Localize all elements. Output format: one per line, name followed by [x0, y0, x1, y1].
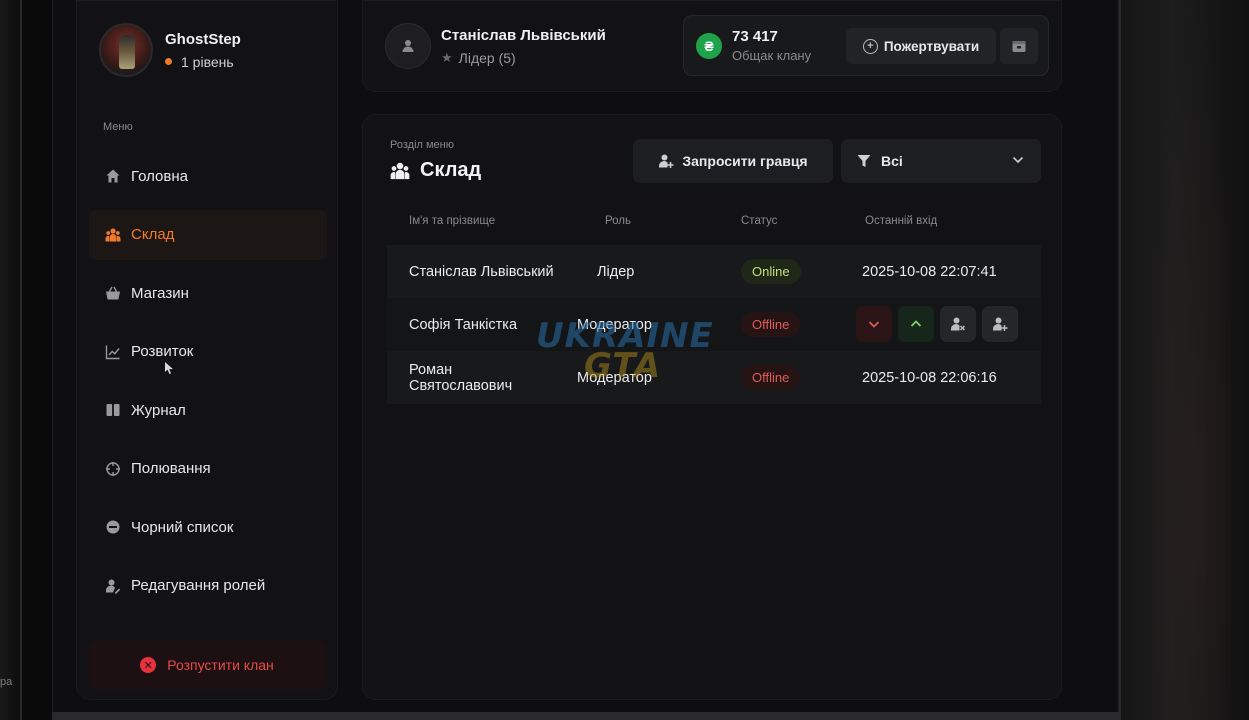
hryvnia-coin-icon: ₴ — [696, 33, 722, 59]
disband-clan-button[interactable]: ✕ Розпустити клан — [89, 641, 325, 689]
leader-info: Станіслав Львівський ★ Лідер (5) — [385, 23, 606, 69]
backdrop-text: pa — [0, 676, 13, 688]
chevron-down-icon — [1011, 153, 1025, 167]
block-icon — [105, 519, 121, 535]
column-header-name: Ім'я та прізвище — [409, 215, 496, 227]
sidebar-item-blacklist[interactable]: Чорний список — [89, 502, 327, 552]
plus-circle-icon: + — [862, 38, 878, 54]
member-last-login: 2025-10-08 22:07:41 — [862, 263, 997, 280]
level-dot-icon — [165, 58, 172, 65]
chevron-down-icon — [868, 321, 880, 328]
table-header: Ім'я та прізвище Роль Статус Останній вх… — [387, 215, 1041, 229]
profile-level-text: 1 рівень — [181, 53, 234, 70]
leader-role: ★ Лідер (5) — [441, 50, 606, 66]
member-name: Роман Святославович — [409, 361, 513, 394]
sidebar-item-development[interactable]: Розвиток — [89, 327, 327, 377]
donate-label: Пожертвувати — [883, 38, 980, 54]
donate-button[interactable]: + Пожертвувати — [846, 28, 996, 64]
leader-name: Станіслав Львівський — [441, 26, 606, 44]
member-role: Модератор — [577, 316, 652, 333]
sidebar-item-hunting[interactable]: Полювання — [89, 444, 327, 494]
member-role: Модератор — [577, 369, 652, 386]
sidebar-item-label: Полювання — [131, 460, 211, 477]
member-role: Лідер — [597, 263, 635, 280]
close-circle-icon: ✕ — [140, 657, 157, 673]
member-last-login: 2025-10-08 22:06:16 — [862, 369, 997, 386]
app-bottom-border — [52, 712, 1119, 720]
table-row[interactable]: Роман Святославович Модератор Offline 20… — [387, 351, 1041, 404]
star-icon: ★ — [441, 49, 453, 65]
promote-button[interactable] — [898, 306, 934, 342]
leader-avatar — [385, 23, 431, 69]
user-icon — [402, 40, 414, 52]
invite-player-button[interactable]: Запросити гравця — [633, 139, 833, 183]
sidebar-item-label: Чорний список — [131, 518, 234, 536]
roster-panel: Розділ меню Склад Запросити гравця Всі І… — [362, 114, 1062, 700]
row-actions — [856, 306, 1024, 342]
remove-user-icon — [951, 317, 966, 331]
add-user-icon — [993, 317, 1008, 331]
backdrop-left — [0, 0, 22, 720]
profile-level: 1 рівень — [165, 54, 241, 70]
member-name: Софія Танкістка — [409, 316, 518, 333]
chart-line-icon — [105, 344, 121, 360]
column-header-role: Роль — [605, 215, 632, 227]
treasury-label: Общак клану — [732, 48, 812, 63]
column-header-last-login: Останній вхід — [865, 215, 938, 227]
user-profile[interactable]: GhostStep 1 рівень — [99, 23, 241, 77]
top-bar: Станіслав Львівський ★ Лідер (5) ₴ 73 41… — [362, 0, 1062, 92]
page-title-text: Склад — [420, 159, 482, 181]
status-badge: Offline — [741, 312, 801, 337]
profile-name: GhostStep — [165, 30, 241, 48]
members-table: Станіслав Львівський Лідер Online 2025-1… — [387, 245, 1041, 404]
sidebar-item-label: Головна — [131, 167, 188, 185]
filter-icon — [857, 154, 871, 168]
sidebar-item-label: Редагування ролей — [131, 577, 266, 594]
crosshair-icon — [105, 461, 121, 477]
sidebar: GhostStep 1 рівень Меню Головна Склад Ма… — [76, 0, 338, 700]
assign-role-button[interactable] — [982, 306, 1018, 342]
sidebar-item-shop[interactable]: Магазин — [89, 268, 327, 318]
column-header-status: Статус — [741, 215, 778, 227]
vault-button[interactable] — [1000, 28, 1038, 64]
filter-select[interactable]: Всі — [841, 139, 1041, 183]
status-badge: Offline — [741, 365, 801, 390]
home-icon — [105, 168, 121, 184]
avatar — [99, 23, 153, 77]
status-badge: Online — [741, 259, 801, 284]
people-icon — [390, 161, 410, 181]
sidebar-item-home[interactable]: Головна — [89, 151, 327, 201]
sidebar-item-warehouse[interactable]: Склад — [89, 209, 327, 260]
basket-icon — [105, 285, 121, 301]
backdrop-right — [1119, 0, 1249, 720]
sidebar-item-journal[interactable]: Журнал — [89, 385, 327, 435]
book-icon — [105, 402, 121, 418]
section-subtitle: Розділ меню — [390, 139, 454, 151]
kick-member-button[interactable] — [940, 306, 976, 342]
archive-icon — [1012, 41, 1026, 52]
demote-button[interactable] — [856, 306, 892, 342]
filter-value: Всі — [881, 153, 903, 169]
mouse-cursor-icon — [165, 362, 173, 374]
disband-clan-label: Розпустити клан — [167, 657, 274, 673]
sidebar-item-label: Журнал — [131, 401, 186, 419]
table-row[interactable]: Софія Танкістка Модератор Offline — [387, 298, 1041, 351]
leader-role-text: Лідер (5) — [458, 49, 516, 66]
user-edit-icon — [105, 578, 121, 594]
add-user-icon — [658, 153, 674, 169]
sidebar-item-label: Розвиток — [131, 343, 194, 360]
invite-player-label: Запросити гравця — [682, 153, 808, 169]
menu-label: Меню — [103, 121, 133, 133]
table-row[interactable]: Станіслав Львівський Лідер Online 2025-1… — [387, 245, 1041, 298]
sidebar-item-label: Магазин — [131, 284, 189, 302]
chevron-up-icon — [910, 320, 922, 327]
page-title: Склад — [390, 159, 481, 182]
sidebar-menu: Головна Склад Магазин Розвиток Журнал По… — [89, 151, 327, 619]
sidebar-item-label: Склад — [131, 226, 175, 243]
sidebar-item-edit-roles[interactable]: Редагування ролей — [89, 561, 327, 611]
clan-treasury: ₴ 73 417 Общак клану + Пожертвувати — [683, 15, 1049, 76]
member-name: Станіслав Львівський — [409, 263, 554, 280]
treasury-amount: 73 417 — [732, 28, 778, 45]
people-icon — [105, 227, 121, 243]
